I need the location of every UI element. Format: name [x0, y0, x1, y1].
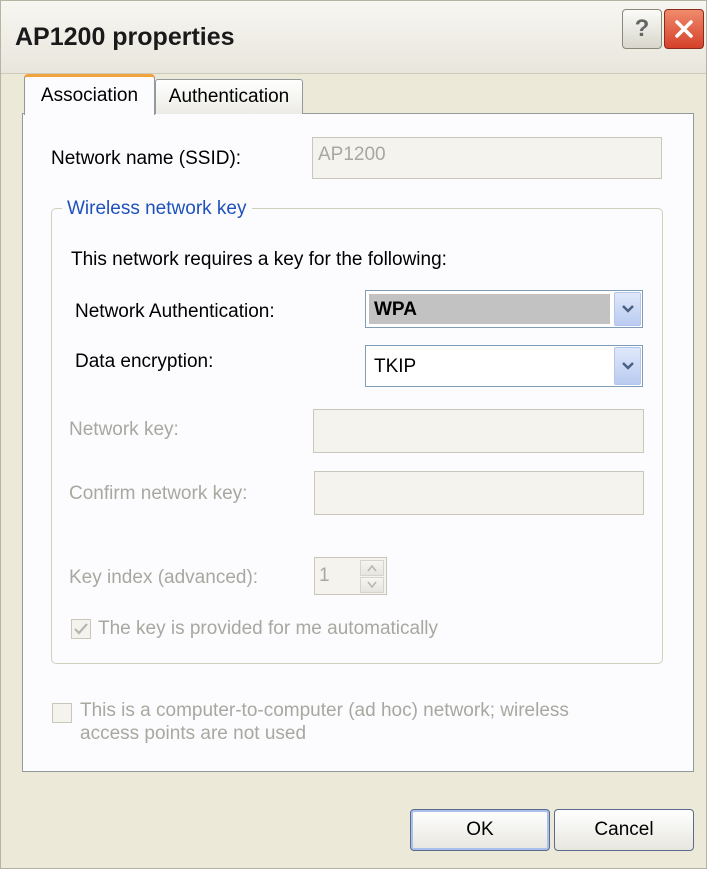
adhoc-checkbox[interactable]	[52, 703, 72, 723]
help-button[interactable]: ?	[622, 9, 662, 49]
group-title: Wireless network key	[62, 198, 252, 220]
chevron-down-icon	[367, 581, 377, 589]
checkmark-icon	[74, 623, 88, 635]
stepper-down-button[interactable]	[360, 577, 384, 593]
dropdown-button[interactable]	[614, 292, 641, 326]
chevron-down-icon	[621, 362, 634, 370]
network-auth-label: Network Authentication:	[75, 301, 275, 322]
close-icon	[675, 20, 693, 38]
ssid-field[interactable]: AP1200	[312, 137, 662, 179]
chevron-up-icon	[367, 564, 377, 572]
window-title: AP1200 properties	[15, 23, 235, 51]
adhoc-label-line2: access points are not used	[80, 723, 307, 744]
requires-key-text: This network requires a key for the foll…	[71, 249, 447, 270]
chevron-down-icon	[621, 305, 634, 313]
dropdown-button[interactable]	[614, 347, 641, 385]
data-encryption-value: TKIP	[374, 356, 417, 377]
auto-key-checkbox[interactable]	[71, 619, 91, 639]
ok-button[interactable]: OK	[410, 809, 550, 851]
properties-dialog: AP1200 properties ? Association Authenti…	[0, 0, 707, 869]
confirm-key-field[interactable]	[314, 471, 644, 515]
network-key-field[interactable]	[313, 409, 644, 453]
close-button[interactable]	[664, 9, 704, 49]
key-index-stepper[interactable]: 1	[314, 557, 387, 595]
auto-key-label: The key is provided for me automatically	[98, 618, 439, 639]
confirm-key-label: Confirm network key:	[69, 483, 248, 504]
ssid-label: Network name (SSID):	[51, 148, 242, 169]
tab-authentication[interactable]: Authentication	[155, 79, 303, 114]
network-auth-value: WPA	[374, 299, 417, 320]
key-index-label: Key index (advanced):	[69, 567, 259, 588]
data-encryption-select[interactable]: TKIP	[365, 345, 643, 387]
network-auth-select[interactable]: WPA	[365, 290, 643, 328]
adhoc-label-line1: This is a computer-to-computer (ad hoc) …	[80, 700, 569, 721]
network-key-label: Network key:	[69, 419, 179, 440]
stepper-up-button[interactable]	[360, 560, 384, 576]
data-encryption-label: Data encryption:	[75, 351, 214, 372]
title-bar[interactable]: AP1200 properties ?	[1, 1, 706, 74]
key-index-value: 1	[319, 565, 330, 586]
cancel-button[interactable]: Cancel	[554, 809, 694, 851]
help-icon: ?	[634, 15, 650, 42]
tab-association[interactable]: Association	[24, 74, 155, 115]
ssid-value: AP1200	[318, 144, 386, 165]
